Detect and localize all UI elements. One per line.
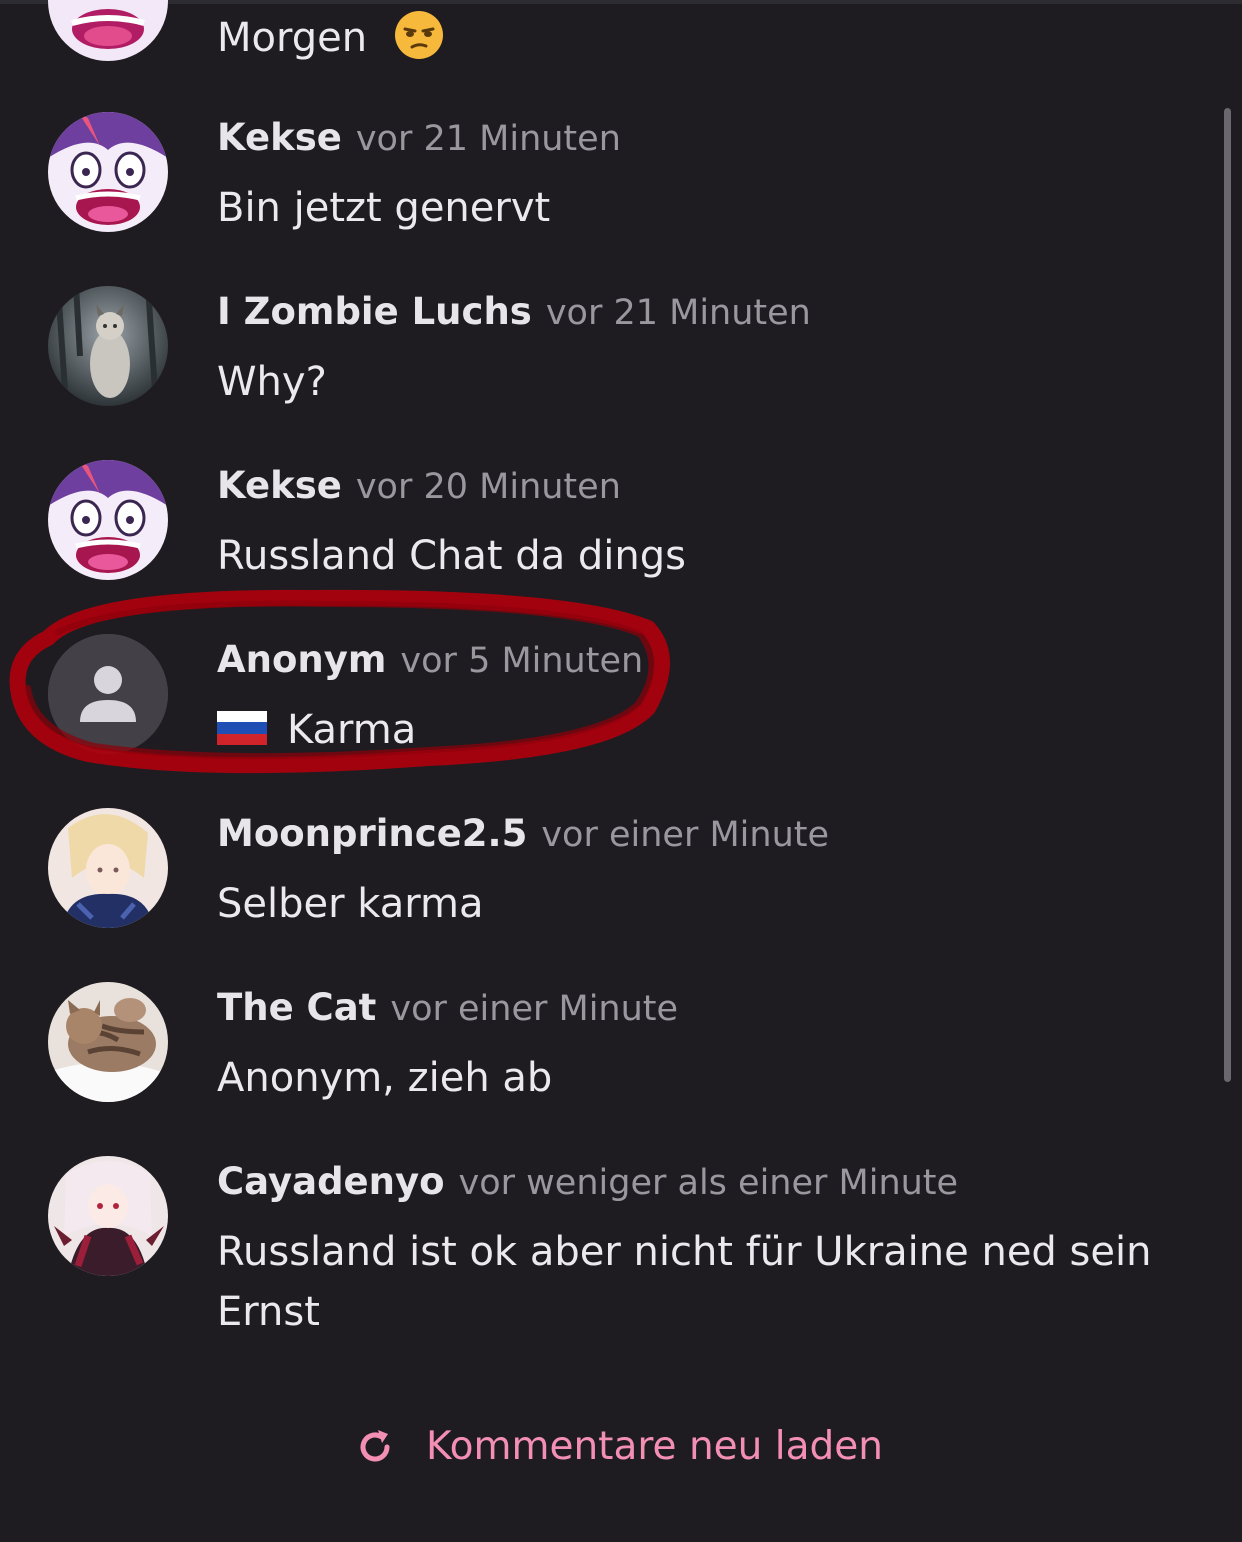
comment-author[interactable]: The Cat — [217, 986, 376, 1029]
comment-item: Kekse vor 21 Minuten Bin jetzt genervt — [0, 0, 1200, 232]
comment-author[interactable]: Kekse — [217, 464, 342, 507]
comment-time: vor 21 Minuten — [545, 293, 811, 333]
refresh-icon — [360, 1429, 390, 1461]
comment-item: I Zombie Luchs vor 21 Minuten Why? — [0, 174, 1200, 406]
reload-label: Kommentare neu laden — [426, 1424, 883, 1469]
comment-text-continued: Ernst — [217, 1289, 320, 1335]
comment-item: Cayadenyo vor weniger als einer Minute Ru… — [0, 1044, 1200, 1344]
comment-author[interactable]: Kekse — [217, 116, 342, 159]
scrollbar[interactable] — [1224, 108, 1231, 1082]
annotation-circle — [9, 589, 670, 774]
comment-time: vor 20 Minuten — [355, 467, 621, 507]
comment-time: vor 21 Minuten — [355, 119, 621, 159]
comment-item: The Cat vor einer Minute Anonym, zieh ab — [0, 870, 1200, 1102]
comment-time: vor einer Minute — [541, 815, 830, 855]
comment-time: vor einer Minute — [390, 989, 679, 1029]
comment-author[interactable]: Cayadenyo — [217, 1160, 445, 1203]
comment-author[interactable]: I Zombie Luchs — [217, 290, 532, 333]
anime-avatar-icon[interactable] — [48, 1156, 168, 1276]
comment-author[interactable]: Moonprince2.5 — [217, 812, 527, 855]
comment-text: Russland ist ok aber nicht für Ukraine n… — [217, 1229, 1152, 1275]
reload-comments-button[interactable]: Kommentare neu laden — [356, 1424, 883, 1469]
comment-time: vor weniger als einer Minute — [458, 1163, 959, 1203]
comment-item: Kekse vor 20 Minuten Russland Chat da din… — [0, 348, 1200, 580]
